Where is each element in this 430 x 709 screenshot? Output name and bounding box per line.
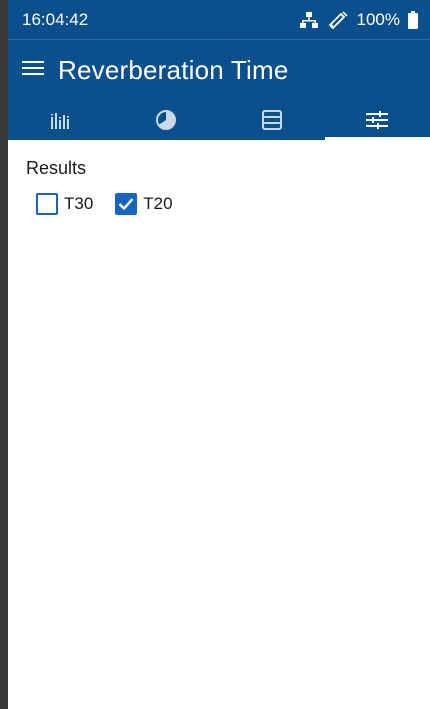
tab-settings[interactable] xyxy=(324,100,430,140)
table-list-icon xyxy=(261,110,282,130)
checkmark-icon xyxy=(118,198,134,211)
device-bezel xyxy=(0,0,8,709)
results-options: T30 T20 xyxy=(26,193,412,215)
sliders-icon xyxy=(366,110,389,130)
t20-option[interactable]: T20 xyxy=(105,193,173,215)
status-bar: 16:04:42 100% xyxy=(8,0,430,40)
t30-option[interactable]: T30 xyxy=(26,193,93,215)
battery-percent: 100% xyxy=(356,9,400,29)
probe-icon xyxy=(327,10,349,29)
t30-label: T30 xyxy=(64,194,94,213)
contrast-circle-icon xyxy=(155,109,177,131)
app-screen: 16:04:42 100% Reverberation Time Results… xyxy=(8,0,430,709)
spectrum-bars-icon xyxy=(50,111,71,129)
app-header: 16:04:42 100% Reverberation Time xyxy=(8,0,430,140)
status-time: 16:04:42 xyxy=(22,9,89,29)
title-bar: Reverberation Time xyxy=(8,40,430,100)
tab-table[interactable] xyxy=(219,100,325,140)
status-icons: 100% xyxy=(299,10,418,30)
battery-icon xyxy=(408,10,418,29)
tab-spectrum[interactable] xyxy=(8,100,114,140)
results-label: Results xyxy=(26,158,87,178)
tab-overview[interactable] xyxy=(114,100,220,140)
network-icon xyxy=(299,11,319,29)
t20-checkbox[interactable] xyxy=(115,193,138,215)
settings-content: Results T30 T20 xyxy=(8,140,430,233)
t20-label: T20 xyxy=(143,194,173,213)
menu-icon[interactable] xyxy=(22,59,44,82)
tab-bar xyxy=(8,100,430,140)
page-title: Reverberation Time xyxy=(58,54,289,85)
t30-checkbox[interactable] xyxy=(36,193,58,215)
